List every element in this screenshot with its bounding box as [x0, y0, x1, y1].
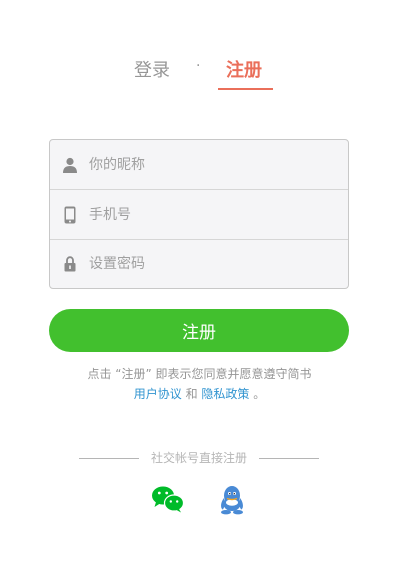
privacy-policy-link[interactable]: 隐私政策: [201, 387, 249, 401]
phone-icon: [61, 206, 79, 224]
tab-separator: ·: [196, 58, 201, 74]
nickname-field-row: [50, 140, 348, 190]
terms-notice: 点击 “注册” 即表示您同意并愿意遵守简书 用户协议 和 隐私政策 。: [0, 364, 399, 404]
phone-input[interactable]: [87, 205, 331, 224]
password-field-row: [50, 240, 348, 288]
wechat-icon[interactable]: [151, 485, 185, 515]
terms-and-text: 和: [185, 387, 198, 401]
register-button[interactable]: 注册: [49, 309, 349, 352]
lock-icon: [61, 255, 79, 273]
nickname-input[interactable]: [87, 155, 331, 174]
password-input[interactable]: [87, 255, 331, 273]
terms-line-2: 用户协议 和 隐私政策 。: [0, 384, 399, 404]
terms-line-1: 点击 “注册” 即表示您同意并愿意遵守简书: [87, 367, 312, 381]
divider-right: [259, 458, 319, 459]
user-agreement-link[interactable]: 用户协议: [134, 387, 182, 401]
tab-register[interactable]: 注册: [226, 56, 262, 82]
signup-form: [49, 139, 349, 289]
auth-tabs: 登录 · 注册: [0, 52, 399, 92]
phone-field-row: [50, 190, 348, 240]
active-tab-indicator: [218, 88, 273, 90]
tab-login[interactable]: 登录: [134, 56, 170, 82]
social-signup-title: 社交帐号直接注册: [79, 450, 319, 466]
terms-suffix: 。: [253, 387, 266, 401]
user-icon: [61, 156, 79, 174]
qq-icon[interactable]: [219, 485, 245, 515]
